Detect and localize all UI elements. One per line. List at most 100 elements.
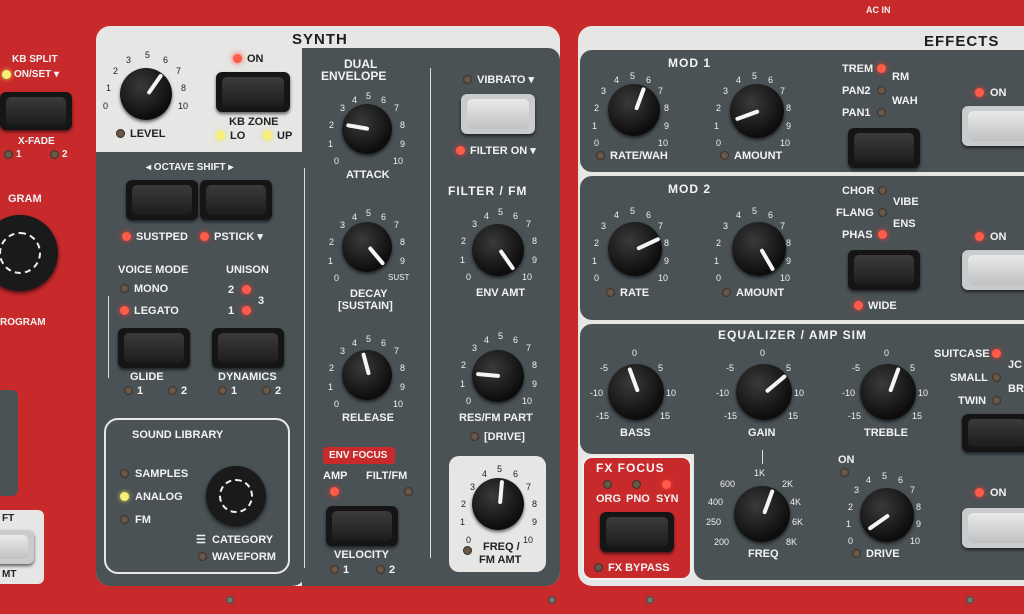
scale-tick-label: 7 <box>526 343 532 353</box>
scale-tick-label: 2 <box>594 103 600 113</box>
res-fm-part-label: RES/FM PART <box>459 412 533 424</box>
fm-amt-label: FM AMT <box>479 554 522 566</box>
scale-tick-label: 8 <box>664 238 670 248</box>
scale-tick-label: 2 <box>329 120 335 130</box>
scale-tick-label: -5 <box>600 363 609 373</box>
chor-led <box>878 186 887 195</box>
scale-tick-label: 3 <box>340 346 346 356</box>
scale-tick-label: 7 <box>394 220 400 230</box>
kb-zone-lo-led <box>216 131 225 140</box>
scale-tick-label: 2 <box>716 238 722 248</box>
pstick-led <box>200 232 209 241</box>
eq-title: EQUALIZER / AMP SIM <box>718 328 868 342</box>
mod2-amount-knob[interactable] <box>732 222 786 276</box>
program-encoder[interactable] <box>0 215 58 291</box>
gain-knob[interactable] <box>736 364 792 420</box>
kb-split-button[interactable] <box>0 92 72 130</box>
ac-in-label: AC IN <box>866 5 891 15</box>
mod2-rate-knob[interactable] <box>608 222 662 276</box>
category-icon: ☰ <box>196 534 206 546</box>
treble-knob[interactable] <box>860 364 916 420</box>
drive-knob[interactable] <box>860 488 914 542</box>
scale-tick-label: 5 <box>882 471 888 481</box>
flang-label: FLANG <box>836 207 874 219</box>
glide-bracket <box>108 296 109 378</box>
xfade-1-label: 1 <box>16 149 22 160</box>
octave-down-button[interactable] <box>126 180 198 220</box>
scale-tick-label: 2 <box>594 238 600 248</box>
scale-tick-label: 7 <box>910 485 916 495</box>
samples-led <box>120 469 129 478</box>
level-tick: 5 <box>145 50 151 60</box>
scale-tick-label: 1 <box>460 255 466 265</box>
scale-tick-label: 8 <box>786 103 792 113</box>
vibrato-button[interactable] <box>461 94 535 134</box>
env-focus-button[interactable] <box>326 506 398 546</box>
bass-knob[interactable] <box>608 364 664 420</box>
scale-tick-label: 1K <box>754 468 766 478</box>
scale-tick-label: 9 <box>664 256 670 266</box>
rate-wah-knob[interactable] <box>608 84 660 136</box>
screw <box>966 596 974 604</box>
freq-fm-amt-knob[interactable] <box>472 478 524 530</box>
mod1-on-button[interactable] <box>962 106 1024 146</box>
glide-button[interactable] <box>118 328 190 368</box>
mod1-amount-knob[interactable] <box>730 84 784 138</box>
octave-shift-label: ◂ OCTAVE SHIFT ▸ <box>146 162 234 173</box>
vibrato-label: VIBRATO ▾ <box>477 74 535 86</box>
scale-tick-label: 0 <box>716 138 722 148</box>
mod1-type-button[interactable] <box>848 128 920 168</box>
fx-focus-title: FX FOCUS <box>596 461 665 475</box>
level-label: LEVEL <box>130 128 166 140</box>
scale-tick-label: 0 <box>334 273 340 283</box>
level-knob[interactable] <box>120 68 172 120</box>
level-tick: 8 <box>181 83 187 93</box>
scale-tick-label: 8 <box>786 238 792 248</box>
sound-library-encoder[interactable] <box>206 466 266 526</box>
octave-up-button[interactable] <box>200 180 272 220</box>
fx-focus-button[interactable] <box>600 512 674 552</box>
wide-led <box>854 301 863 310</box>
scale-tick-label: 7 <box>658 221 664 231</box>
scale-tick-label: 7 <box>526 219 532 229</box>
vibrato-led <box>463 75 472 84</box>
eq-freq-knob[interactable] <box>734 486 790 542</box>
scale-tick-label: 10 <box>523 535 534 545</box>
mod2-type-button[interactable] <box>848 250 920 290</box>
scale-tick-label: 1 <box>592 121 598 131</box>
eq-on-button[interactable] <box>962 508 1024 548</box>
mod2-title: MOD 2 <box>668 182 712 196</box>
scale-tick-label: 4 <box>484 211 490 221</box>
amp-sim-button[interactable] <box>962 414 1024 452</box>
attack-knob[interactable] <box>342 104 392 154</box>
mod2-on-button[interactable] <box>962 250 1024 290</box>
level-tick: 2 <box>113 66 119 76</box>
scale-tick-label: -10 <box>842 388 856 398</box>
res-fm-part-knob[interactable] <box>472 350 524 402</box>
dynamics-1-label: 1 <box>231 385 238 397</box>
scale-tick-label: 5 <box>658 363 664 373</box>
level-tick: 10 <box>178 101 189 111</box>
scale-tick-label: 3 <box>723 221 729 231</box>
level-tick: 6 <box>163 55 169 65</box>
scale-tick-label: 4K <box>790 497 802 507</box>
scale-tick-label: 0 <box>334 156 340 166</box>
kb-zone-button[interactable] <box>216 72 290 112</box>
decay-knob[interactable] <box>342 222 392 272</box>
waveform-led <box>198 552 207 561</box>
scale-tick-label: 4 <box>614 75 620 85</box>
dynamics-button[interactable] <box>212 328 284 368</box>
scale-tick-label: 1 <box>328 256 334 266</box>
bass-label: BASS <box>620 427 651 439</box>
kb-zone-up-led <box>263 131 272 140</box>
drive-led <box>470 432 479 441</box>
chor-label: CHOR <box>842 185 875 197</box>
scale-tick-label: 1 <box>460 517 466 527</box>
release-label: RELEASE <box>342 412 394 424</box>
velocity-led-1 <box>330 565 339 574</box>
release-knob[interactable] <box>342 350 392 400</box>
env-amt-knob[interactable] <box>472 224 524 276</box>
scale-tick-label: 7 <box>394 346 400 356</box>
left-bottom-button[interactable] <box>0 530 34 564</box>
mono-led <box>120 284 129 293</box>
